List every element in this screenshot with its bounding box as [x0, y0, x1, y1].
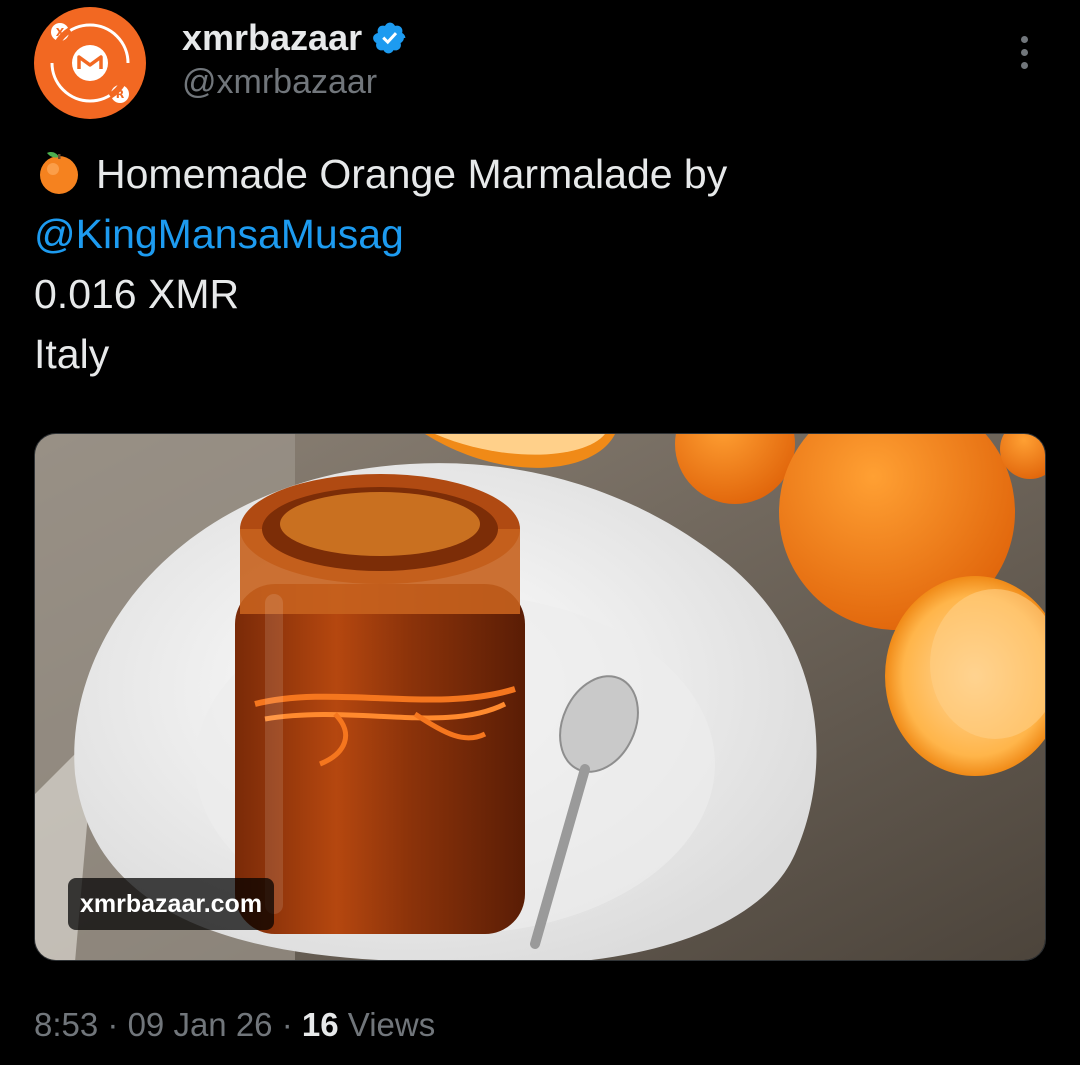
tangerine-emoji-icon	[40, 152, 78, 194]
tweet-date[interactable]: 09 Jan 26	[128, 1006, 273, 1043]
tweet-title-text: Homemade Orange Marmalade by	[96, 151, 728, 197]
avatar[interactable]: X R	[32, 5, 148, 121]
tweet-time[interactable]: 8:53	[34, 1006, 98, 1043]
display-name[interactable]: xmrbazaar	[182, 16, 362, 60]
tweet-location: Italy	[34, 331, 110, 377]
display-name-row[interactable]: xmrbazaar	[182, 16, 408, 60]
xmrbazaar-logo-icon: X R	[34, 7, 146, 119]
tweet-text: Homemade Orange Marmalade by @KingMansaM…	[34, 144, 1044, 384]
tweet-line-title: Homemade Orange Marmalade by	[34, 144, 1044, 204]
views-count[interactable]: 16	[302, 1006, 339, 1043]
tweet-meta: 8:53 · 09 Jan 26 · 16 Views	[34, 1002, 435, 1048]
handle[interactable]: @xmrbazaar	[182, 62, 377, 102]
verified-badge-icon	[373, 22, 406, 54]
views-label: Views	[347, 1006, 436, 1043]
tweet-price: 0.016 XMR	[34, 271, 240, 317]
more-options-icon[interactable]	[1006, 30, 1042, 74]
separator: ·	[281, 1006, 293, 1043]
link-domain-badge[interactable]: xmrbazaar.com	[68, 878, 275, 930]
separator: ·	[107, 1006, 119, 1043]
tweet-media[interactable]: xmrbazaar.com	[34, 433, 1046, 961]
mention-link[interactable]: @KingMansaMusag	[34, 204, 1044, 264]
